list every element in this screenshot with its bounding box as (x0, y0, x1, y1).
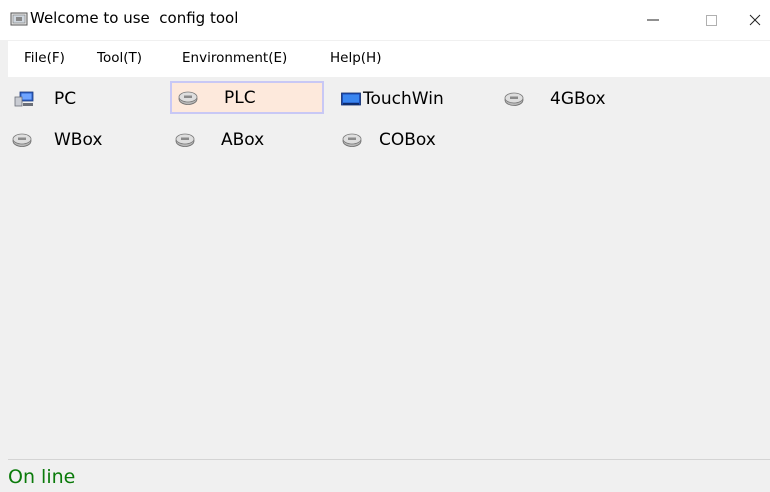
config-tool-window: Welcome to use config tool File(F) Tool(… (0, 0, 770, 492)
tool-pc-label: PC (54, 89, 77, 109)
app-icon (10, 12, 28, 26)
maximize-button[interactable] (688, 0, 734, 40)
tool-wbox-label: WBox (54, 130, 103, 150)
touchwin-icon (341, 92, 361, 106)
tool-touchwin-label: TouchWin (363, 89, 444, 109)
cobox-device-icon (342, 133, 362, 147)
pc-icon (14, 91, 34, 107)
tool-abox-button[interactable]: ABox (175, 125, 264, 155)
tool-wbox-button[interactable]: WBox (12, 125, 102, 155)
tool-4gbox-button[interactable]: 4GBox (504, 84, 606, 114)
plc-device-icon (178, 91, 198, 105)
tool-touchwin-button[interactable]: TouchWin (341, 84, 444, 114)
tool-cobox-label: COBox (379, 130, 436, 150)
tool-4gbox-label: 4GBox (550, 89, 606, 109)
status-text: On line (8, 466, 76, 488)
menu-bar: File(F) Tool(T) Environment(E) Help(H) (8, 41, 770, 77)
tool-abox-label: ABox (221, 130, 265, 150)
minimize-button[interactable] (630, 0, 676, 40)
maximize-icon (705, 14, 717, 26)
minimize-icon (647, 19, 659, 21)
menu-tool[interactable]: Tool(T) (97, 50, 142, 66)
close-icon (749, 14, 761, 26)
wbox-device-icon (12, 133, 32, 147)
title-bar[interactable]: Welcome to use config tool (0, 0, 770, 40)
tool-plc-button[interactable]: PLC (170, 81, 324, 114)
menu-environment[interactable]: Environment(E) (182, 50, 287, 66)
close-button[interactable] (740, 0, 770, 40)
abox-device-icon (175, 133, 195, 147)
menu-file[interactable]: File(F) (24, 50, 65, 66)
4gbox-device-icon (504, 92, 524, 106)
tool-plc-label: PLC (224, 87, 256, 108)
tool-pc-button[interactable]: PC (14, 84, 76, 114)
tool-cobox-button[interactable]: COBox (342, 125, 436, 155)
window-title: Welcome to use config tool (30, 9, 239, 27)
menu-help[interactable]: Help(H) (330, 50, 381, 66)
status-divider (8, 459, 770, 460)
